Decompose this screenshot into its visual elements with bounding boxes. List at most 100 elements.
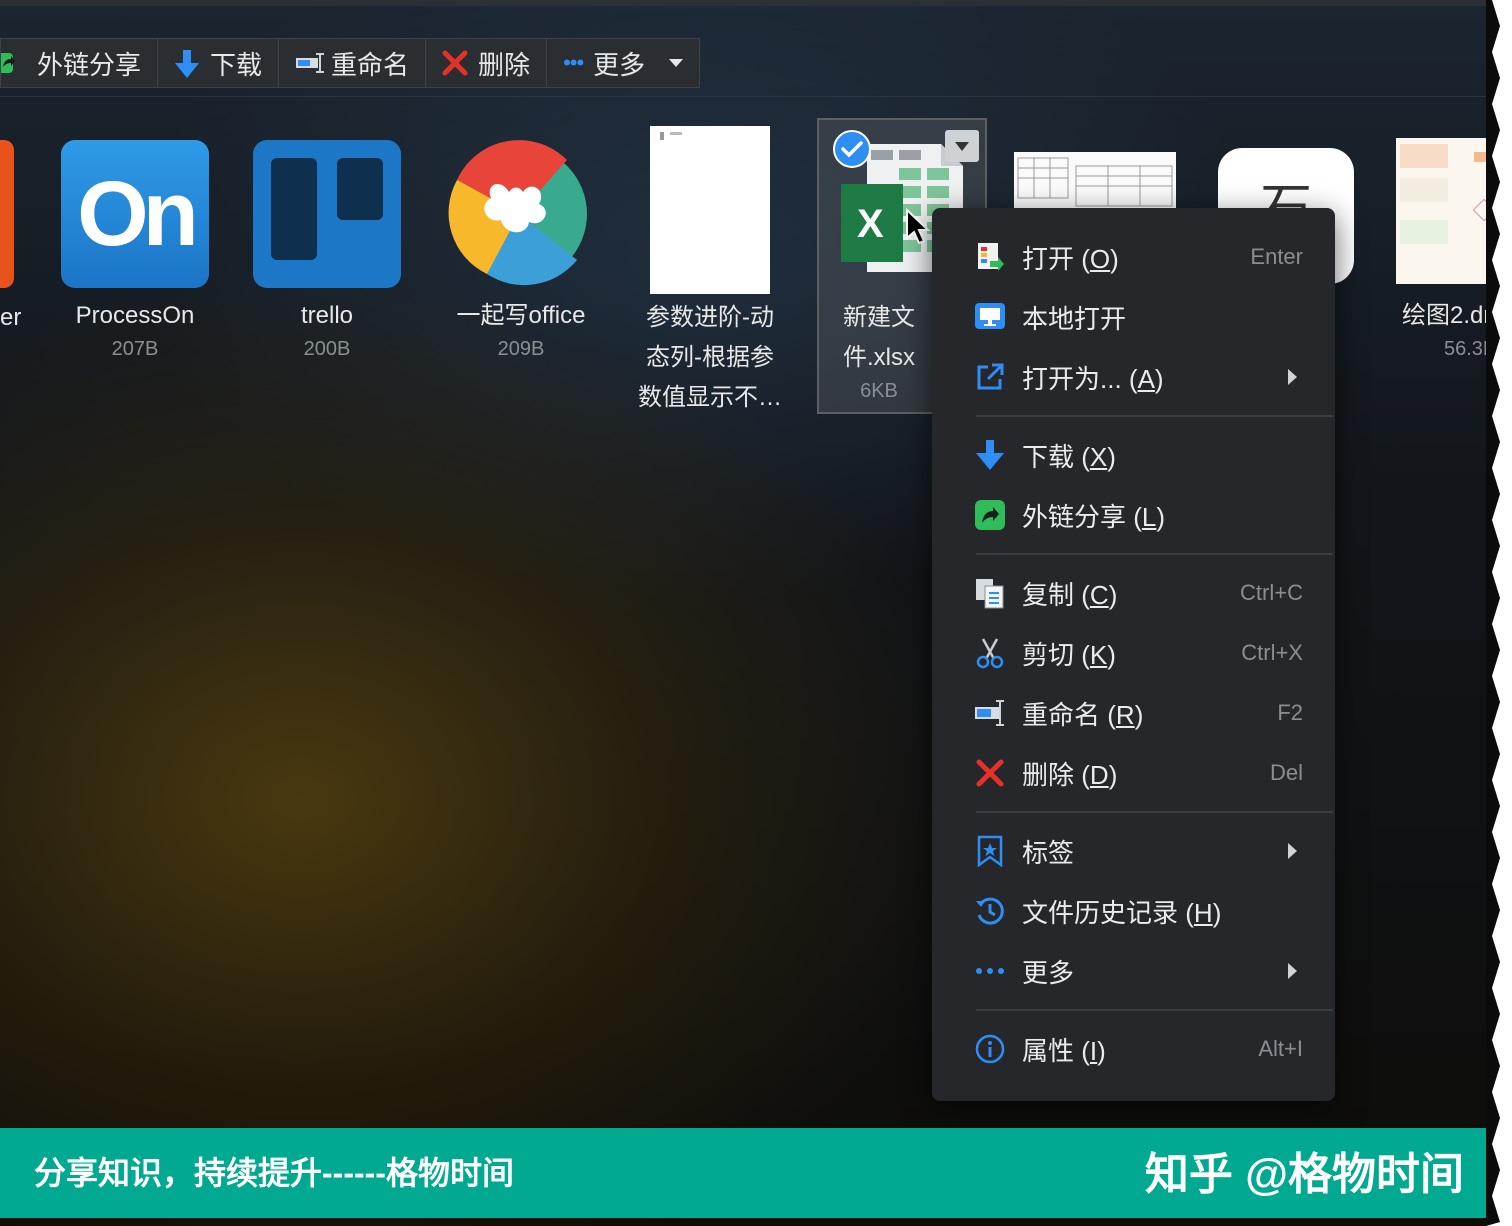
file-item[interactable]: [0, 140, 20, 288]
menu-item-cut[interactable]: 剪切 (K) Ctrl+X: [932, 624, 1335, 682]
menu-separator: [976, 811, 1333, 813]
file-name-line: 件.xlsx: [843, 344, 915, 371]
menu-shortcut: Enter: [1250, 244, 1303, 269]
file-item[interactable]: er: [0, 298, 22, 338]
monitor-icon: [974, 301, 1006, 333]
access-key: A: [1137, 363, 1155, 394]
file-name: trello: [300, 302, 354, 329]
share-icon: [0, 50, 27, 76]
delete-x-icon: [442, 50, 468, 76]
banner-right-text: 知乎 @格物时间: [1144, 1150, 1464, 1199]
torn-paper-edge: [1486, 0, 1512, 1226]
menu-item-open-as[interactable]: 打开为... (A): [932, 348, 1335, 406]
access-key: K: [1089, 639, 1108, 670]
menu-item-file-history[interactable]: 文件历史记录 (H): [932, 882, 1335, 940]
table-thumbnail: [1014, 152, 1176, 208]
file-size: 209B: [497, 338, 545, 360]
toolbar-divider: [0, 96, 1492, 97]
open-file-icon: [974, 241, 1006, 273]
menu-separator: [976, 415, 1333, 417]
download-arrow-icon: [174, 50, 200, 78]
rename-icon: [295, 50, 325, 76]
title-strip: [0, 0, 1492, 6]
file-item-table-thumb[interactable]: [1014, 152, 1176, 208]
download-button[interactable]: 下载: [158, 39, 280, 87]
file-item-yiqixie[interactable]: 一起写office 209B: [436, 140, 606, 362]
menu-separator: [976, 553, 1333, 555]
menu-shortcut: Alt+I: [1258, 1036, 1303, 1061]
menu-label: 打开: [1022, 243, 1075, 274]
menu-label: 复制: [1022, 579, 1075, 610]
access-key: X: [1089, 441, 1108, 472]
menu-label: 标签: [1022, 837, 1075, 868]
menu-item-share-link[interactable]: 外链分享 (L): [932, 486, 1335, 544]
share-icon: [974, 499, 1006, 531]
delete-button[interactable]: 删除: [426, 39, 548, 87]
share-link-label: 外链分享: [37, 49, 142, 80]
menu-item-local-open[interactable]: 本地打开: [932, 288, 1335, 346]
more-dots-icon: •••: [563, 50, 584, 75]
menu-shortcut: Del: [1269, 760, 1303, 785]
file-item-trello[interactable]: trello 200B: [242, 140, 412, 362]
item-dropdown-button[interactable]: [945, 130, 979, 162]
share-link-button[interactable]: 外链分享: [0, 39, 159, 87]
file-name: er: [0, 304, 22, 331]
file-name: 绘图2.dr: [1402, 302, 1492, 329]
toolbar: 外链分享 下载 重命名 删除 ••• 更多: [0, 38, 701, 88]
menu-label: 下载: [1022, 441, 1075, 472]
menu-item-open[interactable]: 打开 (O) Enter: [932, 228, 1335, 286]
file-name-line: 新建文: [843, 304, 915, 331]
menu-label: 删除: [1022, 759, 1075, 790]
scissors-icon: [974, 637, 1006, 669]
history-clock-icon: [974, 895, 1006, 927]
menu-item-download[interactable]: 下载 (X): [932, 426, 1335, 484]
menu-label: 属性: [1022, 1035, 1075, 1066]
selected-checkmark-icon[interactable]: [833, 130, 871, 168]
bookmark-star-icon: [974, 835, 1006, 868]
file-name: ProcessOn: [75, 302, 195, 329]
access-key: I: [1089, 1035, 1098, 1066]
menu-shortcut: F2: [1277, 700, 1303, 725]
more-button[interactable]: ••• 更多: [547, 39, 699, 87]
menu-item-delete[interactable]: 删除 (D) Del: [932, 744, 1335, 802]
context-menu: 打开 (O) Enter 本地打开 打开为... (A) 下载 (X) 外链分享…: [932, 208, 1335, 1101]
file-name-line: 态列-根据参: [646, 344, 774, 371]
file-item-doc[interactable]: 参数进阶-动 态列-根据参 数值显示不…: [624, 126, 796, 418]
access-key: R: [1115, 699, 1135, 730]
file-item-diagram[interactable]: 绘图2.dr 56.3K: [1396, 138, 1492, 362]
diagram-thumbnail: [1396, 138, 1492, 284]
file-size: 6KB: [860, 380, 898, 402]
delete-label: 删除: [478, 49, 531, 80]
menu-label: 外链分享: [1022, 501, 1127, 532]
file-item-processon[interactable]: On ProcessOn 207B: [50, 140, 220, 362]
menu-label: 剪切: [1022, 639, 1075, 670]
download-label: 下载: [210, 49, 263, 80]
menu-item-tags[interactable]: 标签: [932, 822, 1335, 880]
file-name: 一起写office: [456, 302, 586, 329]
menu-item-properties[interactable]: 属性 (I) Alt+I: [932, 1020, 1335, 1078]
delete-x-icon: [974, 757, 1006, 789]
submenu-arrow-icon: [1288, 843, 1297, 859]
copy-icon: [974, 577, 1006, 609]
access-key: D: [1089, 759, 1109, 790]
menu-label: 重命名: [1022, 699, 1101, 730]
menu-item-rename[interactable]: 重命名 (R) F2: [932, 684, 1335, 742]
access-key: O: [1089, 243, 1111, 274]
chevron-down-icon: [955, 142, 969, 151]
watermark-banner: 分享知识，持续提升------格物时间 知乎 @格物时间: [0, 1128, 1492, 1218]
rename-label: 重命名: [331, 49, 410, 80]
file-browser-window: 外链分享 下载 重命名 删除 ••• 更多 er On ProcessOn 20…: [0, 0, 1492, 1226]
processon-icon: On: [61, 140, 209, 288]
rename-button[interactable]: 重命名: [279, 39, 427, 87]
file-size: 56.3K: [1444, 338, 1492, 360]
yiqixie-office-icon: [447, 140, 595, 288]
menu-label: 更多: [1022, 957, 1075, 988]
file-name-line: 数值显示不…: [638, 384, 782, 411]
menu-item-copy[interactable]: 复制 (C) Ctrl+C: [932, 564, 1335, 622]
info-icon: [974, 1033, 1006, 1065]
access-key: C: [1089, 579, 1109, 610]
menu-label: 打开为...: [1022, 363, 1122, 394]
more-dots-icon: [974, 955, 1006, 987]
menu-shortcut: Ctrl+C: [1240, 580, 1303, 605]
menu-item-more[interactable]: 更多: [932, 942, 1335, 1000]
